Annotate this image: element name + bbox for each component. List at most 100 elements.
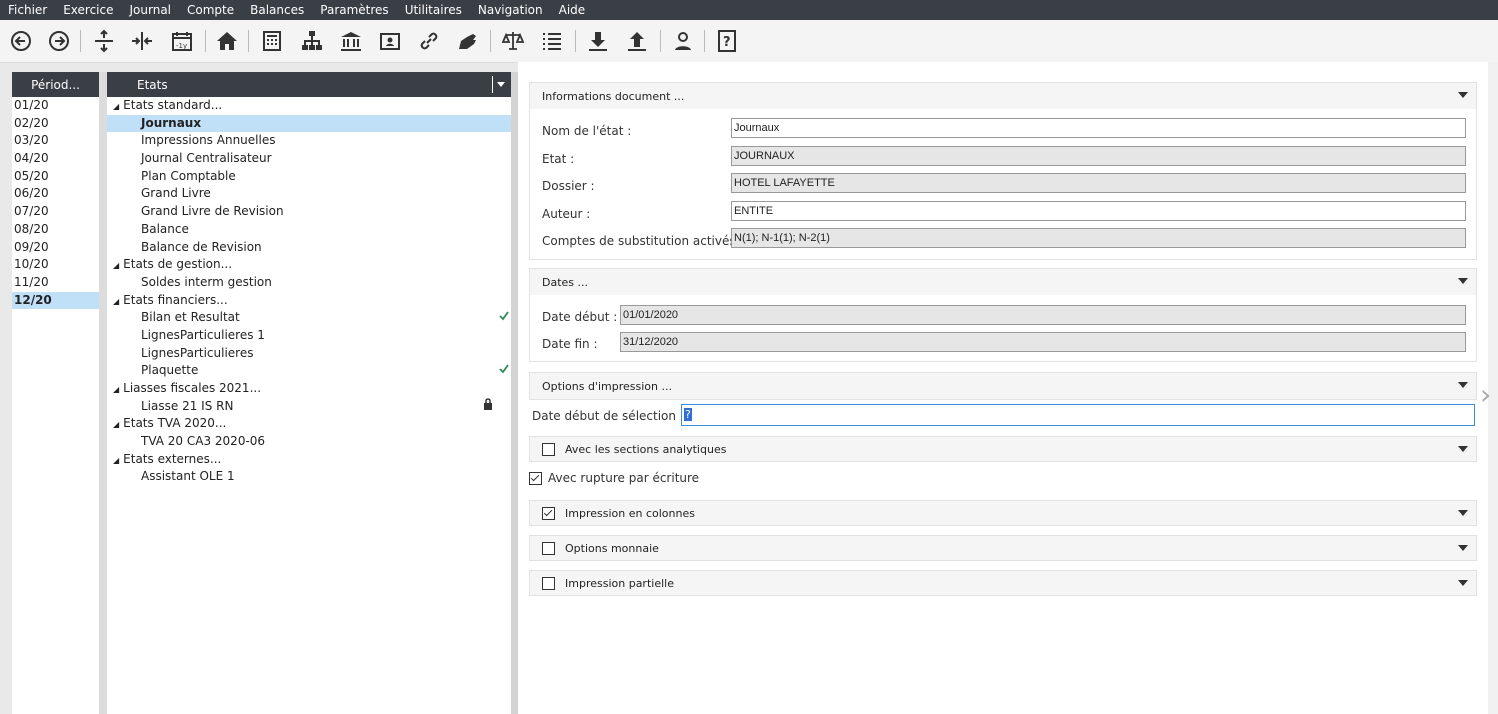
expand-vertical-icon[interactable] (91, 28, 117, 54)
contact-card-icon[interactable] (377, 28, 403, 54)
tree-item[interactable]: Impressions Annuelles (107, 132, 511, 150)
menu-item-compte[interactable]: Compte (179, 0, 242, 20)
panel-splitter[interactable] (511, 72, 518, 714)
menu-item-fichier[interactable]: Fichier (0, 0, 55, 20)
forward-icon[interactable] (46, 28, 72, 54)
tree-item[interactable]: TVA 20 CA3 2020-06 (107, 433, 511, 451)
colonnes-checkbox[interactable] (542, 506, 555, 520)
user-icon[interactable] (670, 28, 696, 54)
collapse-horizontal-icon[interactable] (129, 28, 155, 54)
balance-scale-icon[interactable] (500, 28, 526, 54)
menu-item-aide[interactable]: Aide (551, 0, 594, 20)
period-item[interactable]: 12/20 (12, 291, 99, 310)
tree-item[interactable]: Plaquette (107, 362, 511, 380)
monnaie-checkbox[interactable] (542, 541, 555, 555)
tree-group[interactable]: ◢ Etats externes... (107, 451, 511, 469)
period-item[interactable]: 07/20 (12, 203, 99, 221)
chevron-down-icon[interactable] (1458, 580, 1468, 586)
org-chart-icon[interactable] (299, 28, 325, 54)
periods-header[interactable]: Périod... (12, 72, 99, 97)
period-item[interactable]: 03/20 (12, 132, 99, 150)
dropdown-icon[interactable] (492, 76, 509, 93)
colonnes-panel-header[interactable]: Impression en colonnes (530, 501, 1476, 525)
period-item[interactable]: 02/20 (12, 115, 99, 133)
monnaie-panel: Options monnaie (529, 535, 1477, 561)
link-icon[interactable] (416, 28, 442, 54)
tree-item[interactable]: Grand Livre (107, 185, 511, 203)
tree-item[interactable]: Balance (107, 221, 511, 239)
download-icon[interactable] (585, 28, 611, 54)
info-panel-header[interactable]: Informations document ... (530, 83, 1476, 109)
hand-icon[interactable] (455, 28, 481, 54)
date-debut-field[interactable]: 01/01/2020 (620, 305, 1466, 325)
period-item[interactable]: 09/20 (12, 239, 99, 257)
chevron-down-icon[interactable] (1458, 382, 1468, 388)
date-selection-field[interactable]: ? (681, 404, 1475, 426)
tree-item[interactable]: Liasse 21 IS RN (107, 397, 511, 416)
tree-item[interactable]: Grand Livre de Revision (107, 203, 511, 221)
period-item[interactable]: 08/20 (12, 221, 99, 239)
date-fin-field[interactable]: 31/12/2020 (620, 332, 1466, 352)
tree-group[interactable]: ◢ Etats TVA 2020... (107, 415, 511, 433)
chevron-down-icon[interactable] (1458, 92, 1468, 98)
chevron-right-icon[interactable]: › (1480, 378, 1491, 411)
auteur-field[interactable]: ENTITE (731, 201, 1466, 221)
tree-label: LignesParticulieres 1 (141, 327, 265, 342)
expand-triangle-icon[interactable]: ◢ (113, 452, 119, 470)
calendar-minus-year-icon[interactable]: -1y (169, 28, 195, 54)
chevron-down-icon[interactable] (1458, 278, 1468, 284)
tree-item[interactable]: Soldes interm gestion (107, 274, 511, 292)
rupture-checkbox[interactable] (529, 472, 542, 485)
help-icon[interactable]: ? (714, 28, 740, 54)
tree-item[interactable]: LignesParticulieres 1 (107, 327, 511, 345)
menu-item-paramètres[interactable]: Paramètres (312, 0, 396, 20)
tree-group[interactable]: ◢ Etats financiers... (107, 292, 511, 310)
menu-item-exercice[interactable]: Exercice (55, 0, 121, 20)
period-item[interactable]: 06/20 (12, 185, 99, 203)
sections-checkbox[interactable] (542, 442, 555, 456)
home-icon[interactable] (214, 28, 240, 54)
expand-triangle-icon[interactable]: ◢ (113, 98, 119, 116)
bank-icon[interactable] (338, 28, 364, 54)
partielle-panel-header[interactable]: Impression partielle (530, 571, 1476, 595)
date-selection-value: ? (684, 408, 692, 421)
menu-item-journal[interactable]: Journal (122, 0, 180, 20)
period-item[interactable]: 10/20 (12, 256, 99, 274)
nom-field[interactable]: Journaux (731, 118, 1466, 138)
menu-item-balances[interactable]: Balances (242, 0, 312, 20)
states-header[interactable]: Etats (107, 72, 511, 97)
list-icon[interactable] (539, 28, 565, 54)
chevron-down-icon[interactable] (1458, 545, 1468, 551)
options-panel-header[interactable]: Options d'impression ... (530, 373, 1476, 399)
tree-item[interactable]: Balance de Revision (107, 239, 511, 257)
partielle-checkbox[interactable] (542, 576, 555, 590)
tree-group[interactable]: ◢ Etats de gestion... (107, 256, 511, 274)
sections-panel-header[interactable]: Avec les sections analytiques (530, 437, 1476, 461)
tree-item[interactable]: Assistant OLE 1 (107, 468, 511, 486)
tree-group[interactable]: ◢ Etats standard... (107, 97, 511, 115)
period-item[interactable]: 01/20 (12, 97, 99, 115)
chevron-down-icon[interactable] (1458, 446, 1468, 452)
menu-item-navigation[interactable]: Navigation (470, 0, 551, 20)
expand-triangle-icon[interactable]: ◢ (113, 293, 119, 311)
upload-icon[interactable] (624, 28, 650, 54)
states-panel: Etats ◢ Etats standard... Journaux Impressi… (107, 72, 511, 714)
tree-item[interactable]: Plan Comptable (107, 168, 511, 186)
tree-item[interactable]: Bilan et Resultat (107, 309, 511, 327)
tree-item[interactable]: Journal Centralisateur (107, 150, 511, 168)
tree-item[interactable]: Journaux (107, 114, 511, 133)
period-item[interactable]: 11/20 (12, 274, 99, 292)
menu-item-utilitaires[interactable]: Utilitaires (397, 0, 470, 20)
expand-triangle-icon[interactable]: ◢ (113, 416, 119, 434)
period-item[interactable]: 04/20 (12, 150, 99, 168)
calculator-icon[interactable] (259, 28, 285, 54)
tree-group[interactable]: ◢ Liasses fiscales 2021... (107, 380, 511, 398)
tree-item[interactable]: LignesParticulieres (107, 345, 511, 363)
monnaie-panel-header[interactable]: Options monnaie (530, 536, 1476, 560)
dates-panel-header[interactable]: Dates ... (530, 269, 1476, 295)
expand-triangle-icon[interactable]: ◢ (113, 381, 119, 399)
period-item[interactable]: 05/20 (12, 168, 99, 186)
chevron-down-icon[interactable] (1458, 510, 1468, 516)
back-icon[interactable] (8, 28, 34, 54)
expand-triangle-icon[interactable]: ◢ (113, 257, 119, 275)
